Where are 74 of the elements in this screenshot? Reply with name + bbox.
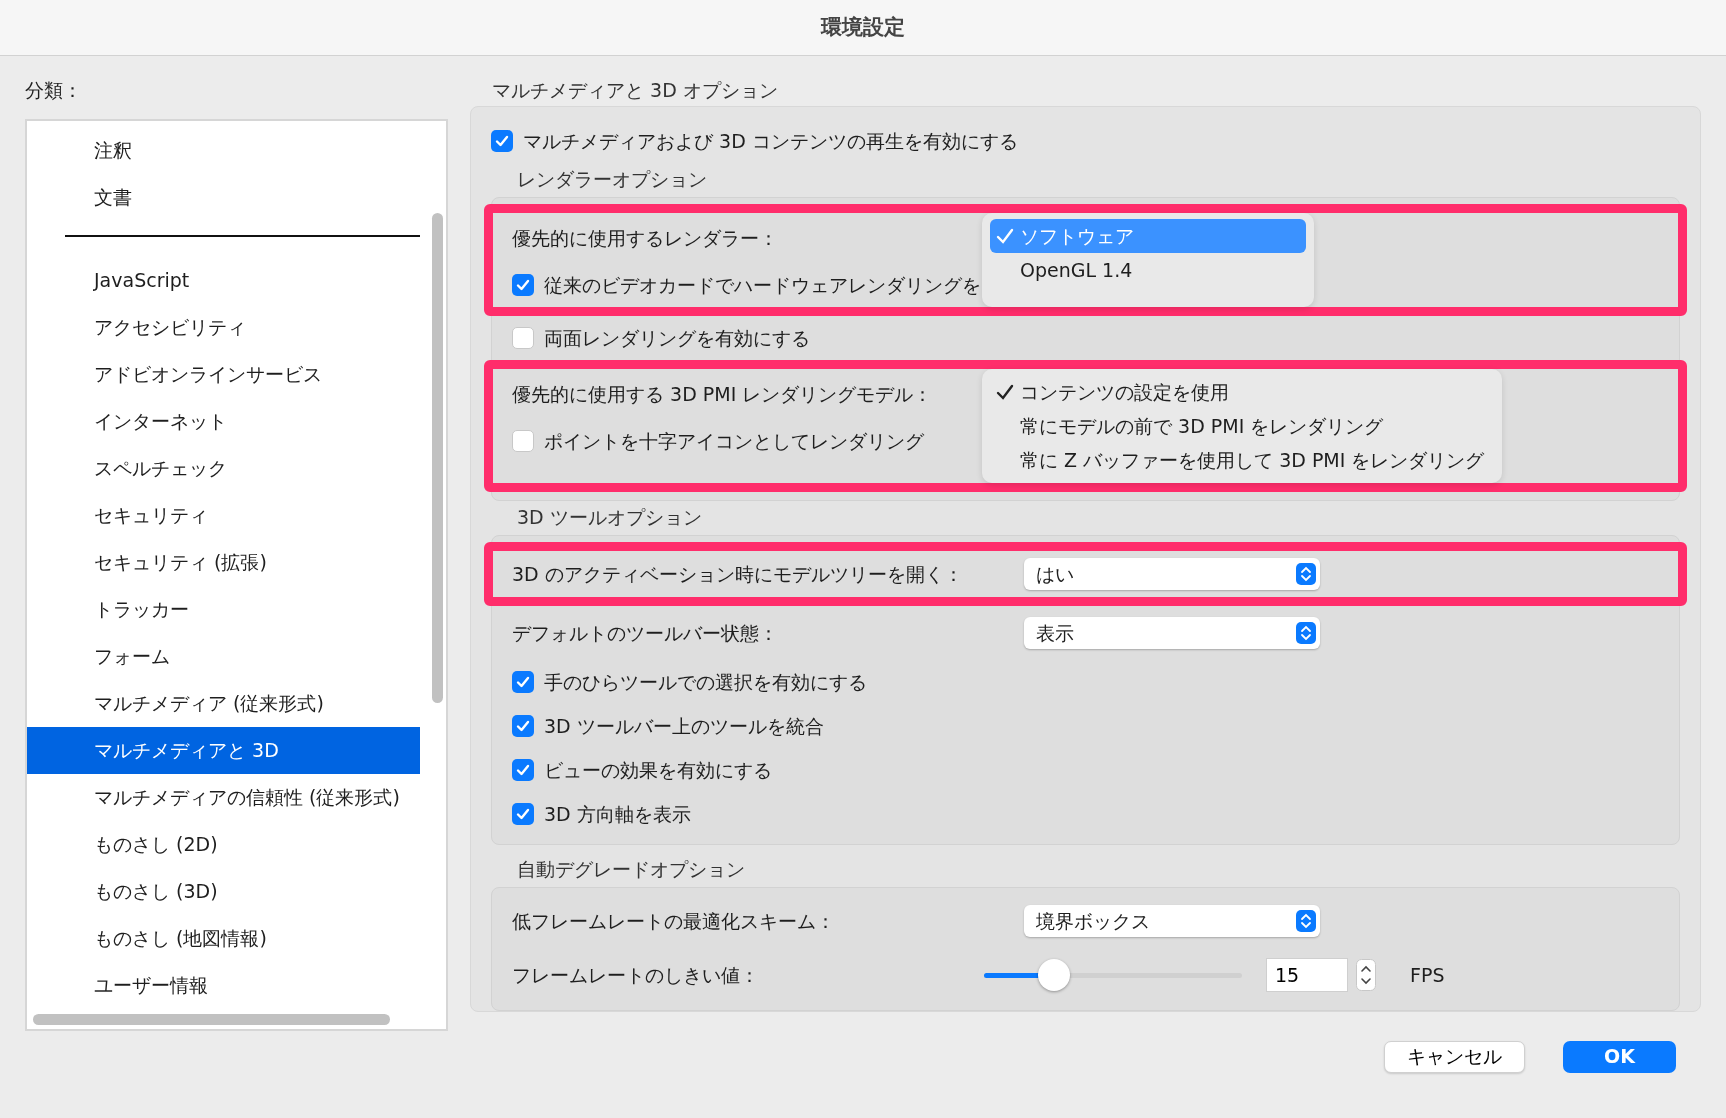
checkbox[interactable] [512, 803, 534, 825]
checkbox[interactable] [512, 327, 534, 349]
ok-button[interactable]: OK [1563, 1040, 1676, 1073]
menu-item[interactable]: OpenGL 1.4 [990, 253, 1306, 287]
check-icon [515, 718, 531, 734]
checkbox-label: ポイントを十字アイコンとしてレンダリング [544, 428, 924, 454]
checkbox[interactable] [491, 130, 513, 152]
check-icon [515, 674, 531, 690]
sidebar-item[interactable]: JavaScript [27, 256, 420, 304]
checkbox-label: 手のひらツールでの選択を有効にする [544, 669, 867, 695]
sidebar-item[interactable]: マルチメディアの信頼性 (従来形式) [27, 773, 420, 821]
field-label: フレームレートのしきい値： [512, 962, 760, 988]
menu-item[interactable]: 常に Z バッファーを使用して 3D PMI をレンダリング [990, 443, 1494, 477]
sidebar-item[interactable]: アクセシビリティ [27, 303, 420, 351]
check-icon [996, 227, 1014, 245]
group-title: マルチメディアと 3D オプション [491, 78, 779, 103]
check-icon [515, 277, 531, 293]
check-icon [494, 133, 510, 149]
stepper-icon [1296, 910, 1316, 932]
unit-label: FPS [1410, 962, 1445, 988]
sidebar-item[interactable]: トラッカー [27, 585, 420, 633]
sidebar-item[interactable]: スペルチェック [27, 444, 420, 492]
dropdown[interactable]: はい [1024, 558, 1320, 590]
sidebar-item[interactable]: セキュリティ [27, 491, 420, 539]
checkbox[interactable] [512, 430, 534, 452]
sidebar-item[interactable]: セキュリティ (拡張) [27, 538, 420, 586]
dropdown-value: 境界ボックス [1036, 908, 1150, 934]
checkbox-label: マルチメディアおよび 3D コンテンツの再生を有効にする [523, 128, 1018, 154]
window-title: 環境設定 [821, 13, 905, 41]
sidebar-item[interactable]: フォーム [27, 632, 420, 680]
section-heading: レンダラーオプション [516, 166, 708, 192]
sidebar-item[interactable]: ユーザー情報 [27, 961, 420, 1009]
sidebar-item[interactable]: マルチメディアと 3D [27, 726, 420, 774]
checkbox[interactable] [512, 274, 534, 296]
field-label: 低フレームレートの最適化スキーム： [512, 908, 836, 934]
checkbox-label: 3D ツールバー上のツールを統合 [544, 713, 824, 739]
field-label: 優先的に使用する 3D PMI レンダリングモデル： [512, 381, 934, 407]
sidebar-item[interactable]: ものさし (2D) [27, 820, 420, 868]
cancel-button[interactable]: キャンセル [1384, 1040, 1525, 1073]
section-heading: 3D ツールオプション [516, 504, 703, 530]
dropdown-value: はい [1036, 561, 1074, 587]
dropdown-value: 表示 [1036, 620, 1074, 646]
sidebar-item[interactable]: 文書 [27, 173, 420, 221]
checkbox[interactable] [512, 759, 534, 781]
dropdown[interactable]: 境界ボックス [1024, 905, 1320, 937]
sidebar-item[interactable]: ものさし (地図情報) [27, 914, 420, 962]
scrollbar-thumb[interactable] [432, 212, 443, 703]
sidebar-label: 分類： [25, 78, 83, 103]
sidebar-item[interactable]: 注釈 [27, 126, 420, 174]
menu-item[interactable]: 常にモデルの前で 3D PMI をレンダリング [990, 409, 1494, 443]
field-label: デフォルトのツールバー状態： [512, 620, 779, 646]
sidebar-item[interactable]: マルチメディア (従来形式) [27, 679, 420, 727]
checkbox-label: 3D 方向軸を表示 [544, 801, 691, 827]
sidebar-item[interactable]: ものさし (3D) [27, 867, 420, 915]
sidebar-item[interactable]: インターネット [27, 397, 420, 445]
checkbox-label: 従来のビデオカードでハードウェアレンダリングを [544, 272, 981, 298]
number-field[interactable]: 15 [1266, 958, 1348, 992]
checkbox[interactable] [512, 671, 534, 693]
section-heading: 自動デグレードオプション [516, 856, 746, 882]
dropdown[interactable]: 表示 [1024, 617, 1320, 649]
stepper-icon [1296, 563, 1316, 585]
stepper-icon[interactable] [1356, 959, 1376, 991]
sidebar-item[interactable]: アドビオンラインサービス [27, 350, 420, 398]
check-icon [515, 806, 531, 822]
checkbox-label: 両面レンダリングを有効にする [544, 325, 810, 351]
check-icon [515, 762, 531, 778]
checkbox[interactable] [512, 715, 534, 737]
field-label: 優先的に使用するレンダラー： [512, 225, 779, 251]
checkbox-label: ビューの効果を有効にする [544, 757, 772, 783]
menu-item[interactable]: コンテンツの設定を使用 [990, 375, 1494, 409]
scrollbar-thumb[interactable] [33, 1013, 390, 1025]
slider-thumb[interactable] [1037, 958, 1070, 991]
field-label: 3D のアクティベーション時にモデルツリーを開く： [512, 561, 964, 587]
stepper-icon [1296, 622, 1316, 644]
